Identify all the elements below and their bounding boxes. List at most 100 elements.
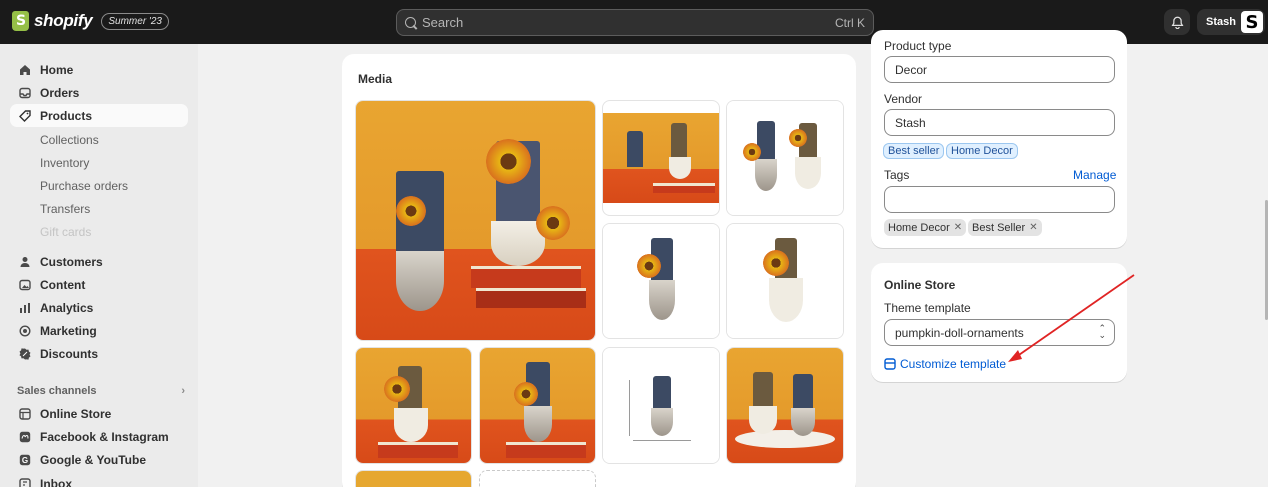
target-icon — [18, 324, 32, 338]
media-image-10[interactable] — [355, 470, 472, 487]
customize-template-link[interactable]: Customize template — [884, 357, 1006, 371]
store-name: Stash — [1206, 16, 1236, 28]
discount-icon — [18, 347, 32, 361]
store-avatar: S — [1241, 11, 1263, 33]
sidebar-item-collections[interactable]: Collections — [10, 128, 188, 151]
remove-tag-icon[interactable]: ✕ — [1029, 222, 1037, 233]
sidebar-item-label: Facebook & Instagram — [40, 429, 169, 444]
sidebar-item-label: Content — [40, 277, 86, 292]
sidebar-item-label: Online Store — [40, 406, 112, 421]
sunflower-decoration — [536, 206, 570, 240]
store-menu-button[interactable]: Stash S — [1197, 9, 1265, 35]
gnome-hat — [671, 123, 687, 157]
media-image-6[interactable] — [355, 347, 472, 464]
meta-icon — [18, 430, 32, 444]
sidebar-item-marketing[interactable]: Marketing — [10, 319, 188, 342]
book-prop — [653, 183, 715, 193]
sidebar: Home Orders Products Collections Invento… — [0, 44, 198, 487]
tag-chip: Home Decor ✕ — [884, 219, 967, 236]
sunflower-decoration — [396, 196, 426, 226]
edition-badge[interactable]: Summer '23 — [101, 12, 169, 30]
sales-channels-header[interactable]: Sales channels › — [17, 385, 185, 397]
sales-channels-label: Sales channels — [17, 385, 97, 397]
gnome-beard — [396, 251, 444, 311]
sidebar-item-products[interactable]: Products — [10, 104, 188, 127]
book-prop — [476, 288, 586, 308]
sidebar-item-home[interactable]: Home — [10, 58, 188, 81]
media-image-7[interactable] — [479, 347, 596, 464]
media-image-3[interactable] — [726, 100, 844, 216]
sidebar-item-discounts[interactable]: Discounts — [10, 342, 188, 365]
sidebar-item-orders[interactable]: Orders — [10, 81, 188, 104]
sidebar-item-label: Orders — [40, 85, 80, 100]
sidebar-item-label: Customers — [40, 254, 103, 269]
book-prop — [471, 266, 581, 288]
search-placeholder: Search — [422, 15, 464, 30]
sidebar-item-google-youtube[interactable]: G Google & YouTube — [10, 448, 188, 471]
sunflower-decoration — [637, 254, 661, 278]
online-store-card: Online Store Theme template pumpkin-doll… — [871, 263, 1127, 382]
customize-template-label: Customize template — [900, 357, 1007, 371]
online-store-title: Online Store — [884, 278, 956, 292]
add-media-dropzone[interactable] — [479, 470, 596, 487]
gnome-hat — [653, 376, 671, 412]
sidebar-item-facebook-instagram[interactable]: Facebook & Instagram — [10, 425, 188, 448]
brand-name: shopify — [34, 11, 93, 30]
sidebar-item-analytics[interactable]: Analytics — [10, 296, 188, 319]
media-image-5[interactable] — [726, 223, 844, 339]
product-photo — [356, 471, 471, 487]
tag-chip: Best Seller ✕ — [968, 219, 1042, 236]
media-card: Media — [342, 54, 856, 487]
media-image-9[interactable] — [726, 347, 844, 464]
sidebar-item-label: Google & YouTube — [40, 452, 146, 467]
gnome-dress — [669, 157, 691, 179]
bar-chart-icon — [18, 301, 32, 315]
dimension-line — [633, 440, 691, 441]
sunflower-decoration — [763, 250, 789, 276]
sidebar-item-content[interactable]: Content — [10, 273, 188, 296]
sunflower-decoration — [514, 382, 538, 406]
sidebar-item-gift-cards[interactable]: Gift cards — [10, 220, 188, 243]
notifications-button[interactable] — [1164, 9, 1190, 35]
shopify-logo[interactable]: shopify Summer '23 — [12, 11, 169, 31]
gnome-beard — [649, 280, 675, 320]
svg-text:G: G — [22, 456, 28, 465]
sunflower-decoration — [743, 143, 761, 161]
remove-tag-icon[interactable]: ✕ — [954, 222, 962, 233]
search-bar[interactable]: Search Ctrl K — [396, 9, 874, 36]
shopify-bag-icon — [12, 11, 29, 31]
sidebar-item-transfers[interactable]: Transfers — [10, 197, 188, 220]
gnome-beard — [791, 408, 815, 436]
google-icon: G — [18, 453, 32, 467]
product-type-field[interactable]: Decor — [884, 56, 1115, 83]
manage-tags-link[interactable]: Manage — [1073, 168, 1116, 182]
gnome-dress — [394, 408, 428, 442]
sidebar-item-label: Discounts — [40, 346, 99, 361]
suggested-tag-home-decor[interactable]: Home Decor — [946, 143, 1018, 159]
home-icon — [18, 63, 32, 77]
media-image-2[interactable] — [602, 100, 720, 216]
sidebar-item-inbox[interactable]: Inbox — [10, 472, 188, 487]
tag-chip-label: Home Decor — [888, 221, 950, 234]
media-image-4[interactable] — [602, 223, 720, 339]
tags-input[interactable] — [884, 186, 1115, 213]
sidebar-item-label: Marketing — [40, 323, 97, 338]
theme-template-select[interactable]: pumpkin-doll-ornaments ⌃ ⌄ — [884, 319, 1115, 346]
sidebar-item-purchase-orders[interactable]: Purchase orders — [10, 174, 188, 197]
tag-chip-label: Best Seller — [972, 221, 1026, 234]
sidebar-item-customers[interactable]: Customers — [10, 250, 188, 273]
gnome-hat — [627, 131, 643, 167]
sidebar-item-inventory[interactable]: Inventory — [10, 151, 188, 174]
vendor-field[interactable]: Stash — [884, 109, 1115, 136]
media-image-primary[interactable] — [355, 100, 596, 341]
suggested-tag-best-seller[interactable]: Best seller — [883, 143, 945, 159]
inbox-tray-icon — [18, 86, 32, 100]
gnome-dress — [749, 406, 777, 434]
sidebar-item-label: Inbox — [40, 476, 72, 487]
pedestal-prop — [735, 430, 835, 448]
sidebar-item-online-store[interactable]: Online Store — [10, 402, 188, 425]
store-icon — [18, 407, 32, 421]
dimension-line — [629, 380, 630, 436]
sunflower-decoration — [486, 139, 531, 184]
media-image-8[interactable] — [602, 347, 720, 464]
